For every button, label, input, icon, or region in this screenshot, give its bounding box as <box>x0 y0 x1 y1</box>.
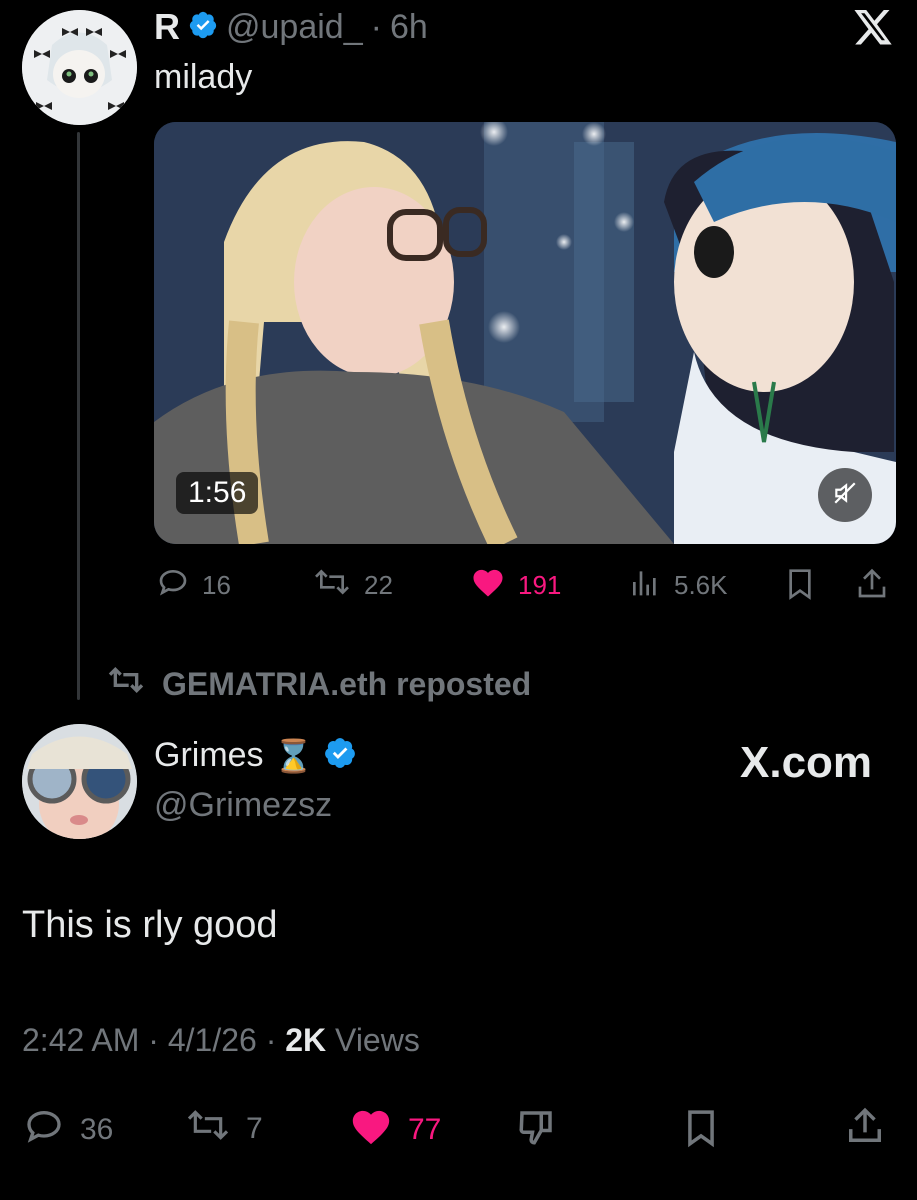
mute-button[interactable] <box>818 468 872 522</box>
views-icon <box>628 566 662 605</box>
author-handle[interactable]: @Grimezsz <box>154 786 332 825</box>
post-text: milady <box>154 58 253 96</box>
repost-button[interactable]: 7 <box>184 1106 263 1152</box>
post-time[interactable]: 6h <box>390 8 428 47</box>
post2-header: Grimes ⌛ <box>154 736 357 775</box>
dislike-button[interactable] <box>514 1106 558 1156</box>
post-meta: 2:42 AM · 4/1/26 · 2K Views <box>22 1022 420 1059</box>
post-time[interactable]: 2:42 AM <box>22 1022 139 1058</box>
like-count: 77 <box>408 1113 442 1146</box>
author-name[interactable]: Grimes <box>154 736 264 775</box>
repost-icon <box>104 664 148 704</box>
repost-icon <box>312 566 352 605</box>
bookmark-icon <box>784 566 816 609</box>
separator-dot: · <box>148 1022 168 1058</box>
repost-banner[interactable]: GEMATRIA.eth reposted <box>104 664 531 704</box>
repost-button[interactable]: 22 <box>312 566 393 605</box>
mute-icon <box>832 480 858 511</box>
share-icon <box>846 1104 884 1156</box>
separator-dot: · <box>265 1022 286 1058</box>
post1-header: R @upaid_ · 6h <box>154 6 428 48</box>
bookmark-button[interactable] <box>682 1106 720 1158</box>
share-icon <box>856 566 888 609</box>
reply-button[interactable]: 16 <box>156 566 231 605</box>
reply-button[interactable]: 36 <box>22 1106 113 1154</box>
video-duration: 1:56 <box>176 472 259 514</box>
bookmark-icon <box>682 1106 720 1158</box>
reply-icon <box>156 566 190 605</box>
share-button[interactable] <box>846 1104 884 1156</box>
video-player[interactable] <box>154 122 896 544</box>
bookmark-button[interactable] <box>784 566 816 609</box>
like-button[interactable]: 77 <box>348 1106 441 1154</box>
heart-icon <box>470 566 506 605</box>
repost-count: 22 <box>364 570 393 600</box>
like-button[interactable]: 191 <box>470 566 561 605</box>
heart-icon <box>348 1106 394 1154</box>
views-count: 5.6K <box>674 570 728 600</box>
post-text: This is rly good <box>22 904 278 946</box>
views-count: 2K <box>285 1022 327 1058</box>
reply-icon <box>22 1106 66 1154</box>
post-date[interactable]: 4/1/26 <box>168 1022 257 1058</box>
separator-dot: · <box>370 7 382 46</box>
thread-line <box>77 132 80 700</box>
reply-count: 16 <box>202 570 231 600</box>
x-logo-icon[interactable] <box>852 10 894 53</box>
verified-badge-icon <box>323 736 357 775</box>
repost-banner-text: GEMATRIA.eth reposted <box>162 665 532 702</box>
site-label: X.com <box>740 738 873 787</box>
dislike-icon <box>514 1106 558 1156</box>
author-name[interactable]: R <box>154 6 180 48</box>
views-label: Views <box>335 1022 420 1058</box>
avatar[interactable] <box>22 10 137 125</box>
like-count: 191 <box>518 570 562 600</box>
repost-count: 7 <box>246 1112 263 1145</box>
repost-icon <box>184 1106 232 1152</box>
reply-count: 36 <box>80 1113 114 1146</box>
hourglass-icon: ⌛ <box>273 737 314 774</box>
author-handle[interactable]: @upaid_ <box>226 8 363 47</box>
avatar[interactable] <box>22 724 137 839</box>
verified-badge-icon <box>188 10 218 45</box>
share-button[interactable] <box>856 566 888 609</box>
views-button[interactable]: 5.6K <box>628 566 728 605</box>
